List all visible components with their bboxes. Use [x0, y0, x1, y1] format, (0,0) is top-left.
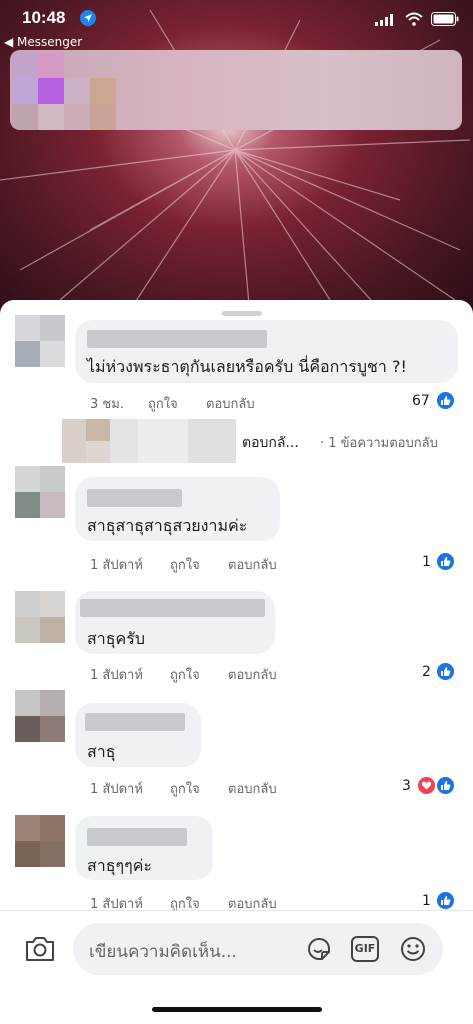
- avatar[interactable]: [15, 815, 65, 867]
- comment-meta: 1 สัปดาห์ ถูกใจ ตอบกลับ: [90, 554, 310, 575]
- comment-text: สาธุครับ: [87, 629, 145, 648]
- reaction-count[interactable]: 1: [422, 554, 431, 570]
- emoji-icon[interactable]: [399, 935, 427, 963]
- comment-bubble[interactable]: สาธุ: [75, 703, 201, 767]
- like-icon: [436, 891, 455, 910]
- comment-time: 1 สัปดาห์: [90, 668, 143, 683]
- comment-text: ไม่ห่วงพระธาตุกันเลยหรือครับ นี่คือการบู…: [87, 357, 407, 376]
- like-icon: [436, 552, 455, 571]
- comment-meta: 3 ชม. ถูกใจ ตอบกลับ: [90, 393, 290, 414]
- comment-bubble[interactable]: สาธุๆๆค่ะ: [75, 816, 213, 880]
- video-background: 10:48 ◀ Messenger: [0, 0, 473, 318]
- comment-time: 1 สัปดาห์: [90, 558, 143, 573]
- like-button[interactable]: ถูกใจ: [170, 554, 200, 575]
- reaction-count[interactable]: 2: [422, 664, 431, 680]
- clock: 10:48: [22, 8, 66, 27]
- sticker-icon[interactable]: [305, 935, 333, 963]
- commenter-name[interactable]: [85, 713, 185, 731]
- comment-text: สาธุๆๆค่ะ: [87, 856, 152, 875]
- commenter-name[interactable]: [87, 828, 187, 846]
- reply-author[interactable]: ตอบกลั...: [242, 432, 299, 454]
- comment-bubble[interactable]: ไม่ห่วงพระธาตุกันเลยหรือครับ นี่คือการบู…: [75, 320, 458, 383]
- commenter-name[interactable]: [87, 489, 182, 507]
- blurred-video-title: [10, 50, 462, 130]
- comment-meta: 1 สัปดาห์ ถูกใจ ตอบกลับ: [90, 893, 310, 912]
- signal-icon: [375, 14, 393, 26]
- back-to-app-link[interactable]: ◀ Messenger: [4, 35, 82, 49]
- reply-avatars: [62, 417, 237, 463]
- location-arrow-icon: [80, 10, 96, 26]
- comment-meta: 1 สัปดาห์ ถูกใจ ตอบกลับ: [90, 778, 310, 799]
- comment-composer: เขียนความคิดเห็น... GIF: [0, 910, 473, 1024]
- reply-count[interactable]: · 1 ข้อความตอบกลับ: [320, 432, 438, 453]
- comment-text: สาธุสาธุสาธุสวยงามค่ะ: [87, 516, 248, 535]
- reaction-count[interactable]: 1: [422, 893, 431, 909]
- commenter-name[interactable]: [87, 330, 267, 348]
- like-icon: [436, 776, 455, 795]
- replies-summary[interactable]: ตอบกลั... · 1 ข้อความตอบกลับ: [62, 417, 462, 465]
- reply-button[interactable]: ตอบกลับ: [206, 393, 255, 414]
- reply-button[interactable]: ตอบกลับ: [228, 664, 277, 685]
- like-button[interactable]: ถูกใจ: [170, 664, 200, 685]
- like-button[interactable]: ถูกใจ: [170, 778, 200, 799]
- reaction-count[interactable]: 67: [412, 393, 430, 409]
- comment-bubble[interactable]: สาธุสาธุสาธุสวยงามค่ะ: [75, 477, 280, 541]
- comment-input-placeholder: เขียนความคิดเห็น...: [89, 942, 237, 962]
- status-bar: 10:48: [0, 0, 473, 34]
- like-icon: [436, 662, 455, 681]
- comment-input[interactable]: เขียนความคิดเห็น... GIF: [73, 923, 443, 975]
- comment-text: สาธุ: [87, 742, 116, 761]
- drag-handle[interactable]: [222, 311, 262, 316]
- avatar[interactable]: [15, 690, 65, 742]
- avatar[interactable]: [15, 315, 65, 367]
- battery-icon: [431, 12, 459, 26]
- avatar[interactable]: [15, 591, 65, 643]
- comment-time: 1 สัปดาห์: [90, 782, 143, 797]
- reply-button[interactable]: ตอบกลับ: [228, 778, 277, 799]
- commenter-name[interactable]: [80, 599, 265, 617]
- like-button[interactable]: ถูกใจ: [148, 393, 178, 414]
- camera-icon[interactable]: [24, 935, 56, 963]
- like-icon: [436, 391, 455, 410]
- home-indicator[interactable]: [152, 1007, 322, 1012]
- reply-button[interactable]: ตอบกลับ: [228, 554, 277, 575]
- reaction-count[interactable]: 3: [402, 778, 411, 794]
- comment-meta: 1 สัปดาห์ ถูกใจ ตอบกลับ: [90, 664, 310, 685]
- heart-icon: [417, 776, 436, 795]
- comment-bubble[interactable]: สาธุครับ: [75, 591, 275, 654]
- wifi-icon: [405, 12, 423, 26]
- comment-time: 3 ชม.: [90, 397, 124, 412]
- gif-icon[interactable]: GIF: [351, 936, 379, 962]
- avatar[interactable]: [15, 466, 65, 518]
